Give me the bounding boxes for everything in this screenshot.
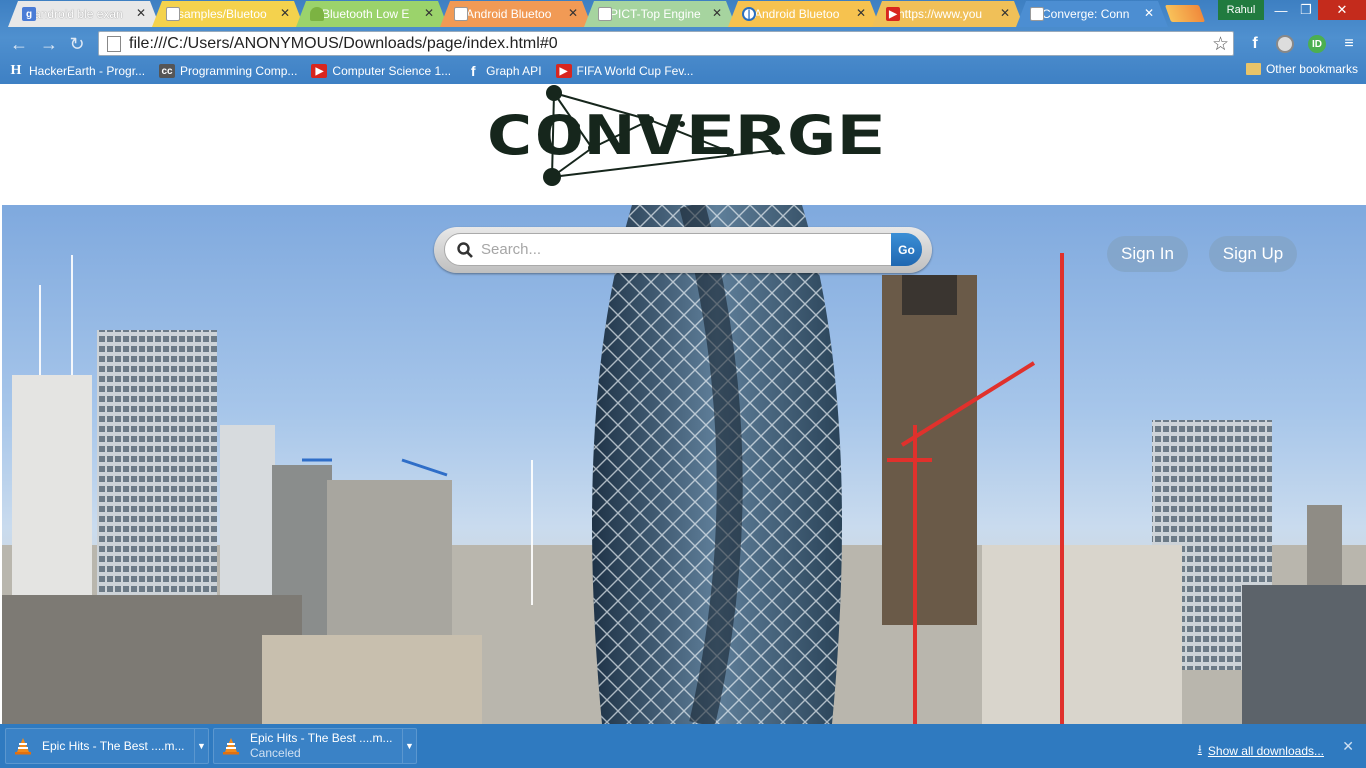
download-arrow-icon: ⭳ bbox=[1197, 742, 1202, 756]
browser-tab[interactable]: Android Bluetoo ✕ bbox=[440, 1, 592, 27]
page-icon bbox=[107, 35, 121, 52]
site-header: CONVERGE bbox=[2, 84, 1366, 205]
tab-strip: g android ble exan ✕ samples/Bluetoo ✕ B… bbox=[0, 0, 1366, 28]
id-extension-icon[interactable]: ID bbox=[1306, 33, 1328, 55]
tab-title: Converge: Conn bbox=[1042, 7, 1130, 21]
window-close-icon[interactable]: ✕ bbox=[1318, 0, 1366, 20]
address-text: file:///C:/Users/ANONYMOUS/Downloads/pag… bbox=[129, 34, 558, 52]
bookmark-label: Computer Science 1... bbox=[332, 64, 452, 78]
chevron-down-icon[interactable]: ▼ bbox=[402, 729, 416, 763]
browser-tab[interactable]: | Android Bluetoo ✕ bbox=[728, 1, 880, 27]
downloads-bar: Epic Hits - The Best ....m... ▼ Epic Hit… bbox=[0, 724, 1366, 768]
back-icon[interactable]: ← bbox=[8, 33, 30, 55]
download-name: Epic Hits - The Best ....m... bbox=[250, 731, 393, 745]
profile-button[interactable]: Rahul bbox=[1218, 0, 1264, 20]
google-icon: g bbox=[22, 7, 36, 21]
bookmark-label: FIFA World Cup Fev... bbox=[576, 64, 694, 78]
power-icon: | bbox=[742, 7, 756, 21]
close-icon[interactable]: ✕ bbox=[1000, 6, 1010, 20]
browser-chrome: g android ble exan ✕ samples/Bluetoo ✕ B… bbox=[0, 0, 1366, 84]
bookmark-label: HackerEarth - Progr... bbox=[29, 64, 146, 78]
chevron-down-icon[interactable]: ▼ bbox=[194, 729, 208, 763]
show-all-label: Show all downloads... bbox=[1207, 743, 1324, 758]
close-icon[interactable]: ✕ bbox=[280, 6, 290, 20]
bookmark-label: Programming Comp... bbox=[180, 64, 298, 78]
facebook-icon: f bbox=[470, 63, 476, 79]
new-tab-button[interactable] bbox=[1164, 5, 1206, 22]
tab-title: Android Bluetoo bbox=[466, 7, 552, 21]
facebook-extension-icon[interactable]: f bbox=[1244, 33, 1266, 55]
browser-toolbar: ← → ↻ file:///C:/Users/ANONYMOUS/Downloa… bbox=[0, 28, 1366, 58]
download-item[interactable]: Epic Hits - The Best ....m... Canceled ▼ bbox=[213, 728, 417, 764]
close-icon[interactable]: ✕ bbox=[136, 6, 146, 20]
extension-icon[interactable] bbox=[1274, 33, 1296, 55]
bookmark-item[interactable]: ▶ FIFA World Cup Fev... bbox=[555, 64, 694, 78]
download-text: Epic Hits - The Best ....m... Canceled bbox=[250, 731, 392, 761]
search-input[interactable] bbox=[481, 241, 881, 258]
browser-tab[interactable]: g android ble exan ✕ bbox=[8, 1, 160, 27]
address-bar[interactable]: file:///C:/Users/ANONYMOUS/Downloads/pag… bbox=[98, 31, 1234, 56]
city-skyline-illustration bbox=[2, 205, 1366, 724]
browser-tab-active[interactable]: Converge: Conn ✕ bbox=[1016, 1, 1168, 27]
bookmark-item[interactable]: H HackerEarth - Progr... bbox=[8, 63, 146, 78]
bookmark-item[interactable]: ▶ Computer Science 1... bbox=[311, 64, 451, 78]
page-icon bbox=[166, 7, 180, 21]
go-button[interactable]: Go bbox=[891, 233, 922, 266]
vlc-icon bbox=[14, 737, 32, 755]
close-icon[interactable]: ✕ bbox=[1342, 738, 1354, 755]
page-icon bbox=[598, 7, 612, 21]
browser-tab[interactable]: Bluetooth Low E ✕ bbox=[296, 1, 448, 27]
youtube-icon: ▶ bbox=[886, 7, 900, 21]
download-status: Canceled bbox=[250, 746, 301, 760]
close-icon[interactable]: ✕ bbox=[568, 6, 578, 20]
folder-icon bbox=[1245, 63, 1261, 75]
other-bookmarks-label: Other bookmarks bbox=[1265, 62, 1358, 76]
close-icon[interactable]: ✕ bbox=[712, 6, 722, 20]
android-icon bbox=[310, 7, 324, 21]
bookmarks-bar: H HackerEarth - Progr... cc Programming … bbox=[0, 58, 1366, 84]
browser-tab[interactable]: samples/Bluetoo ✕ bbox=[152, 1, 304, 27]
hero-image: Go Sign In Sign Up bbox=[2, 205, 1366, 724]
other-bookmarks[interactable]: Other bookmarks bbox=[1245, 62, 1358, 76]
close-icon[interactable]: ✕ bbox=[424, 6, 434, 20]
bookmark-item[interactable]: cc Programming Comp... bbox=[159, 64, 297, 78]
download-name: Epic Hits - The Best ....m... bbox=[42, 738, 185, 753]
reload-icon[interactable]: ↻ bbox=[66, 33, 88, 55]
cc-icon: cc bbox=[159, 64, 176, 78]
bookmark-label: Graph API bbox=[486, 64, 542, 78]
search-field-wrapper: Go bbox=[444, 233, 922, 266]
tab-title: android ble exan bbox=[34, 7, 123, 21]
vlc-icon bbox=[222, 737, 240, 755]
tab-title: Android Bluetoo bbox=[754, 7, 840, 21]
star-icon[interactable]: ☆ bbox=[1212, 33, 1229, 56]
sign-up-button[interactable]: Sign Up bbox=[1209, 236, 1297, 272]
page-icon bbox=[454, 7, 468, 21]
hackerearth-icon: H bbox=[10, 63, 22, 78]
browser-tab[interactable]: ▶ https://www.you ✕ bbox=[872, 1, 1024, 27]
logo-text: CONVERGE bbox=[484, 104, 886, 167]
tab-title: https://www.you bbox=[898, 7, 983, 21]
minimize-icon[interactable]: — bbox=[1268, 0, 1294, 20]
download-item[interactable]: Epic Hits - The Best ....m... ▼ bbox=[5, 728, 209, 764]
tab-title: PICT-Top Engine bbox=[610, 7, 701, 21]
show-all-downloads-link[interactable]: ⭳ Show all downloads... bbox=[1198, 740, 1324, 761]
tab-title: samples/Bluetoo bbox=[178, 7, 267, 21]
page-icon bbox=[1030, 7, 1044, 21]
search-bar: Go bbox=[434, 227, 932, 273]
converge-logo[interactable]: CONVERGE bbox=[482, 84, 892, 194]
youtube-icon: ▶ bbox=[555, 64, 572, 78]
youtube-icon: ▶ bbox=[311, 64, 328, 78]
sign-in-button[interactable]: Sign In bbox=[1107, 236, 1188, 272]
forward-icon[interactable]: → bbox=[38, 33, 60, 55]
bookmark-item[interactable]: f Graph API bbox=[465, 63, 542, 79]
menu-icon[interactable]: ≡ bbox=[1338, 33, 1360, 55]
close-icon[interactable]: ✕ bbox=[856, 6, 866, 20]
restore-icon[interactable]: ❐ bbox=[1293, 0, 1319, 20]
search-icon bbox=[457, 241, 473, 258]
tab-title: Bluetooth Low E bbox=[322, 7, 410, 21]
browser-tab[interactable]: PICT-Top Engine ✕ bbox=[584, 1, 736, 27]
close-icon[interactable]: ✕ bbox=[1144, 6, 1154, 20]
